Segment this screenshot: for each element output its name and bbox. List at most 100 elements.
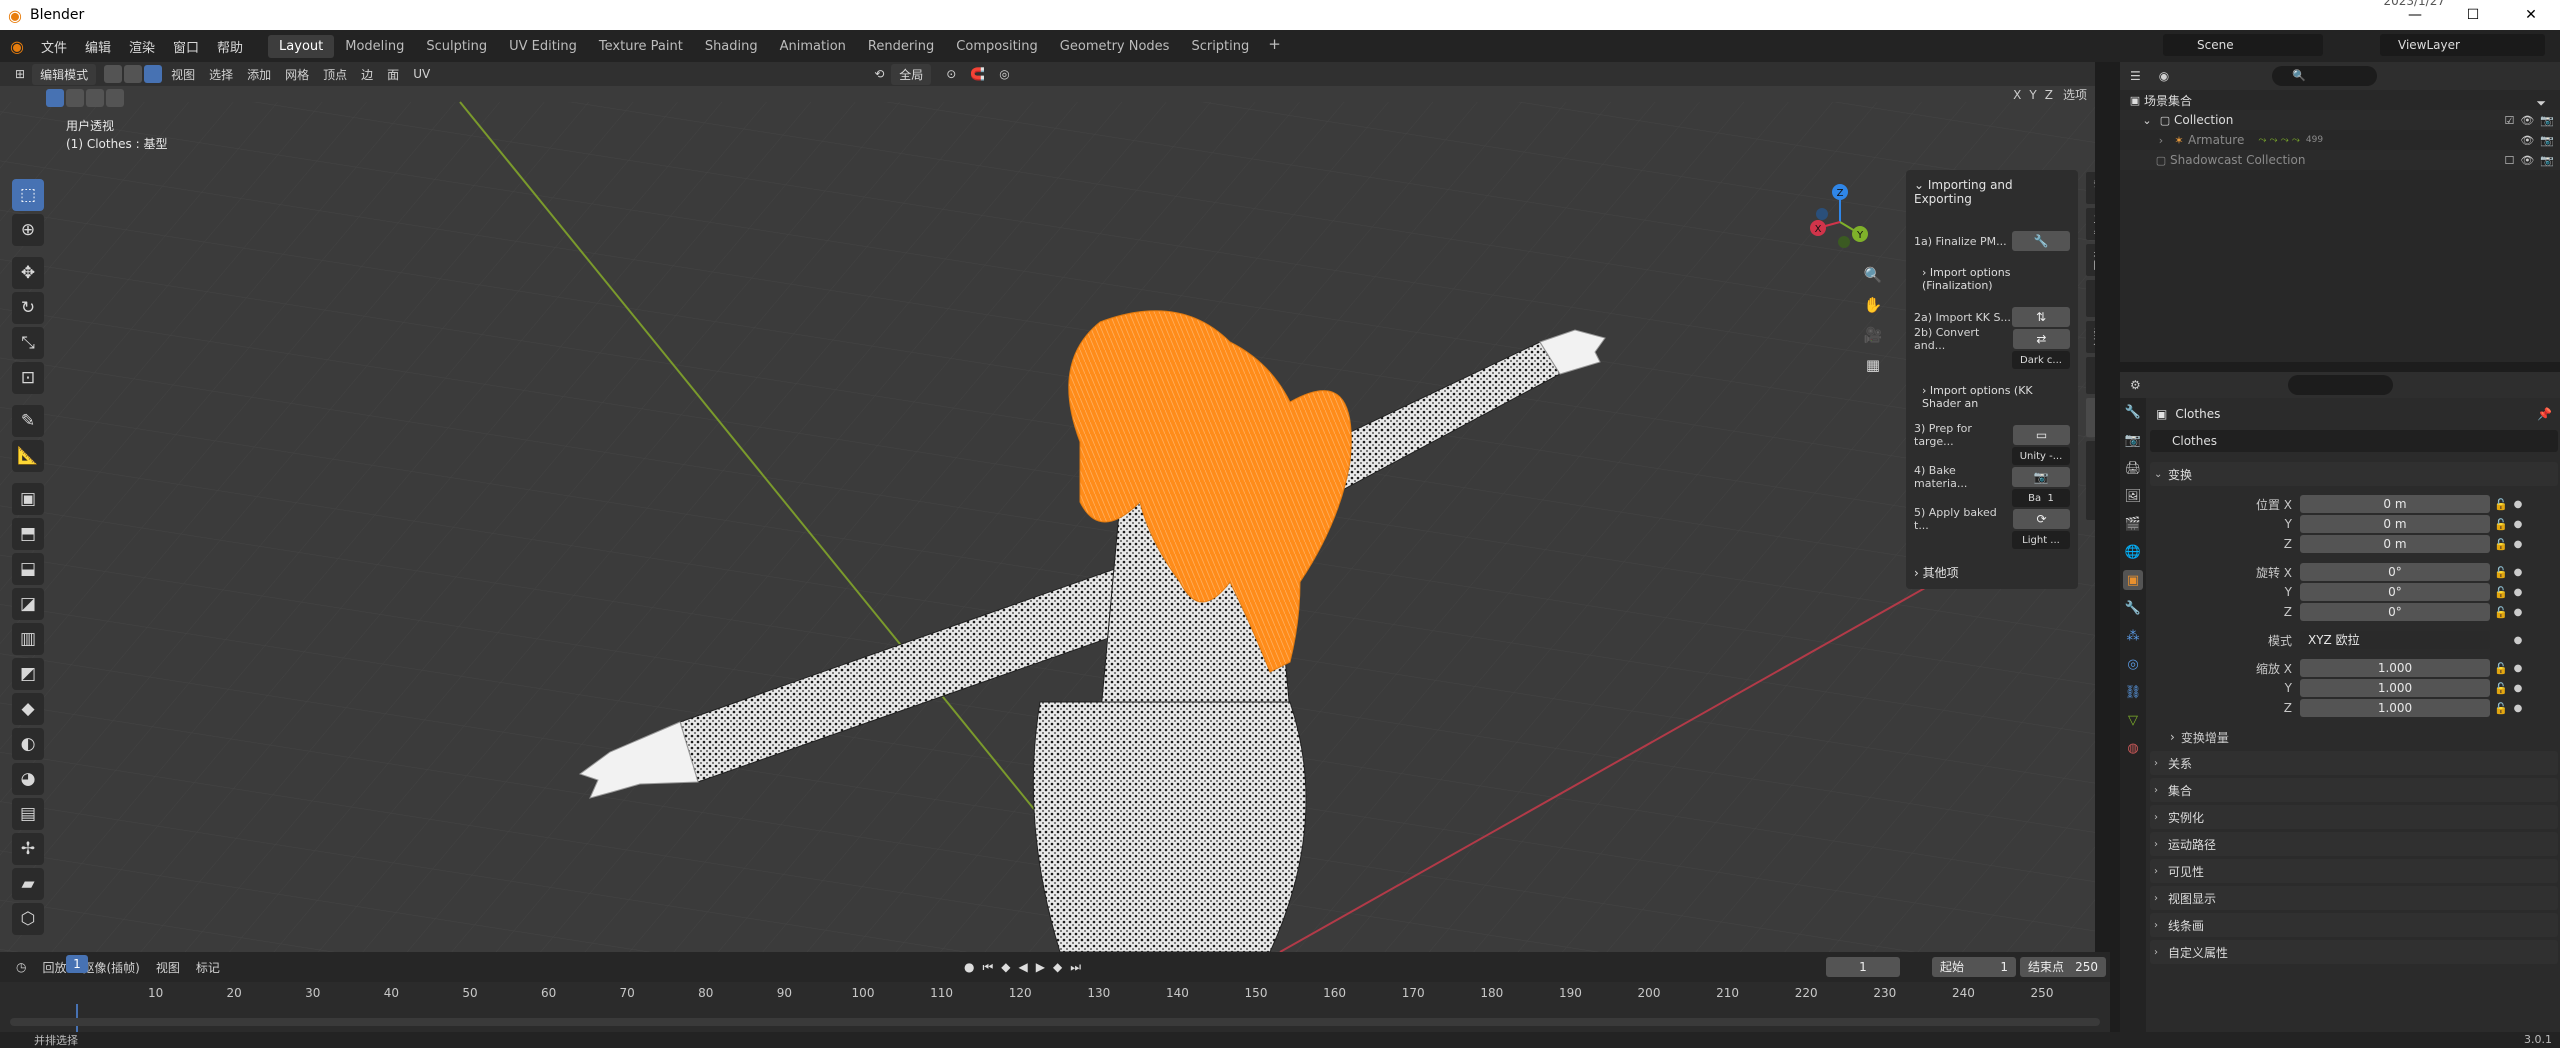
start-frame-field[interactable]: 起始 1	[1932, 957, 2016, 977]
menu-edit[interactable]: 编辑	[76, 37, 120, 56]
location-y-field[interactable]: 0 m	[2300, 515, 2490, 533]
scale-y-field[interactable]: 1.000	[2300, 679, 2490, 697]
rip-tool-icon[interactable]: ⬡	[12, 903, 44, 935]
menu-window[interactable]: 窗口	[164, 37, 208, 56]
tab-sculpting[interactable]: Sculpting	[415, 35, 498, 58]
display-mode-icon[interactable]: ◉	[2159, 69, 2169, 83]
tab-shading[interactable]: Shading	[694, 35, 769, 58]
lock-icon[interactable]: 🔓	[2490, 498, 2512, 511]
tab-uv-editing[interactable]: UV Editing	[498, 35, 588, 58]
snap-icon[interactable]: 🧲	[963, 67, 992, 81]
tab-texture-paint[interactable]: Texture Paint	[588, 35, 694, 58]
finalize-wrench-button[interactable]: 🔧	[2012, 231, 2070, 251]
keyframe-dot-icon[interactable]: ●	[2512, 607, 2524, 618]
prev-key-icon[interactable]: ◆	[997, 960, 1014, 975]
keyframe-dot-icon[interactable]: ●	[2512, 499, 2524, 510]
rotation-x-field[interactable]: 0°	[2300, 563, 2490, 581]
view-layer-selector[interactable]: ViewLayer	[2380, 34, 2545, 56]
relations-section[interactable]: › 关系	[2150, 751, 2558, 775]
extrude-tool-icon[interactable]: ⬒	[12, 518, 44, 550]
mode-dropdown[interactable]: 编辑模式	[32, 63, 97, 85]
tab-view[interactable]: 视图	[2086, 244, 2095, 276]
pin-icon[interactable]: 📌	[2537, 407, 2552, 421]
render-tab-icon[interactable]: 📷	[2123, 430, 2143, 450]
output-tab-icon[interactable]: 🖨	[2123, 458, 2143, 478]
camera-icon[interactable]: 📷	[2540, 114, 2554, 127]
convert-dropdown[interactable]: Dark c...	[2012, 351, 2070, 369]
keyframe-dot-icon[interactable]: ●	[2512, 663, 2524, 674]
material-tab-icon[interactable]: ◍	[2123, 738, 2143, 758]
knife-tool-icon[interactable]: ◩	[12, 658, 44, 690]
play-reverse-icon[interactable]: ◀	[1015, 960, 1032, 975]
physics-tab-icon[interactable]: ◎	[2123, 654, 2143, 674]
instancing-section[interactable]: › 实例化	[2150, 805, 2558, 829]
transform-tool-icon[interactable]: ⊡	[12, 362, 44, 394]
tab-misc[interactable]: 杂项	[2086, 320, 2095, 353]
select-subtract-button[interactable]	[86, 89, 104, 107]
3d-viewport[interactable]: ⊞ 编辑模式 视图 选择 添加 网格 顶点 边 面 UV ⟲ 全局 ⊙ 🧲 ◎ …	[0, 62, 2095, 952]
transform-section[interactable]: ⌄ 变换	[2150, 462, 2558, 486]
blender-menu-icon[interactable]: ◉	[8, 37, 32, 56]
outliner-row-collection[interactable]: ⌄ ▢ Collection ☑ 👁 📷	[2120, 110, 2560, 130]
keyframe-dot-icon[interactable]: ●	[2512, 703, 2524, 714]
navigation-gizmo[interactable]: Z Y X	[1800, 182, 1880, 262]
rotation-z-field[interactable]: 0°	[2300, 603, 2490, 621]
poly-build-tool-icon[interactable]: ◆	[12, 693, 44, 725]
end-frame-field[interactable]: 结束点 250	[2020, 957, 2106, 977]
properties-search-input[interactable]	[2288, 375, 2393, 395]
maximize-button[interactable]: ☐	[2444, 0, 2502, 30]
scale-tool-icon[interactable]: ⤡	[12, 327, 44, 359]
bake-dropdown[interactable]: Ba 1	[2012, 489, 2070, 507]
measure-tool-icon[interactable]: 📐	[12, 440, 44, 472]
other-section[interactable]: › 其他项	[1906, 560, 2078, 585]
shear-tool-icon[interactable]: ▰	[12, 868, 44, 900]
apply-baked-button[interactable]: ⟳	[2013, 509, 2070, 529]
jump-end-icon[interactable]: ⏭	[1066, 960, 1085, 975]
transform-orientation-dropdown[interactable]: 全局	[891, 63, 932, 85]
location-x-field[interactable]: 0 m	[2300, 495, 2490, 513]
outliner-row-armature[interactable]: › ✶ Armature ⤳ ⤳ ⤳ ⤳ 499 👁 📷	[2120, 130, 2560, 150]
expand-arrow-icon[interactable]: ›	[2152, 134, 2170, 147]
properties-editor-icon[interactable]: ⚙	[2130, 378, 2141, 392]
constraints-tab-icon[interactable]: ⛓	[2123, 682, 2143, 702]
panel-header[interactable]: ⌄ Importing and Exporting	[1906, 174, 2078, 210]
minimize-button[interactable]: —	[2386, 0, 2444, 30]
lock-icon[interactable]: 🔓	[2490, 518, 2512, 531]
menu-timeline-view[interactable]: 视图	[148, 959, 188, 976]
import-options-kk-shader[interactable]: › Import options (KK Shader an	[1906, 380, 2078, 414]
eye-icon[interactable]: 👁	[2520, 114, 2534, 127]
menu-edge[interactable]: 边	[354, 66, 380, 83]
shrink-fatten-tool-icon[interactable]: ✢	[12, 833, 44, 865]
proportional-edit-icon[interactable]: ◎	[992, 67, 1016, 81]
camera-icon[interactable]: 📷	[2540, 134, 2554, 147]
scene-tab-icon[interactable]: 🎬	[2123, 514, 2143, 534]
pivot-icon[interactable]: ⊙	[939, 67, 963, 81]
lock-icon[interactable]: 🔓	[2490, 662, 2512, 675]
custom-properties-section[interactable]: › 自定义属性	[2150, 940, 2558, 964]
object-tab-icon[interactable]: ▣	[2123, 570, 2143, 590]
eye-icon[interactable]: 👁	[2520, 134, 2534, 147]
menu-view[interactable]: 视图	[164, 66, 202, 83]
menu-select[interactable]: 选择	[202, 66, 240, 83]
menu-vertex[interactable]: 顶点	[316, 66, 354, 83]
visibility-section[interactable]: › 可见性	[2150, 859, 2558, 883]
next-key-icon[interactable]: ◆	[1049, 960, 1066, 975]
select-extend-button[interactable]	[66, 89, 84, 107]
zoom-icon[interactable]: 🔍	[1860, 262, 1886, 288]
tab-modeling[interactable]: Modeling	[334, 35, 415, 58]
menu-mesh[interactable]: 网格	[278, 66, 316, 83]
import-kk-button[interactable]: ⇅	[2012, 307, 2070, 327]
apply-baked-dropdown[interactable]: Light ...	[2012, 531, 2070, 549]
import-options-finalization[interactable]: › Import options (Finalization)	[1906, 262, 2078, 296]
tab-animation[interactable]: Animation	[769, 35, 857, 58]
vertex-select-button[interactable]	[104, 65, 123, 83]
keyframe-dot-icon[interactable]: ●	[2512, 519, 2524, 530]
bake-camera-button[interactable]: 📷	[2012, 467, 2070, 487]
menu-help[interactable]: 帮助	[208, 37, 252, 56]
lock-icon[interactable]: 🔓	[2490, 606, 2512, 619]
data-tab-icon[interactable]: ▽	[2123, 710, 2143, 730]
add-workspace-button[interactable]: +	[1260, 35, 1289, 58]
keyframe-dot-icon[interactable]: ●	[2512, 567, 2524, 578]
menu-uv[interactable]: UV	[406, 67, 437, 81]
grid-perspective-icon[interactable]: ▦	[1860, 352, 1886, 378]
